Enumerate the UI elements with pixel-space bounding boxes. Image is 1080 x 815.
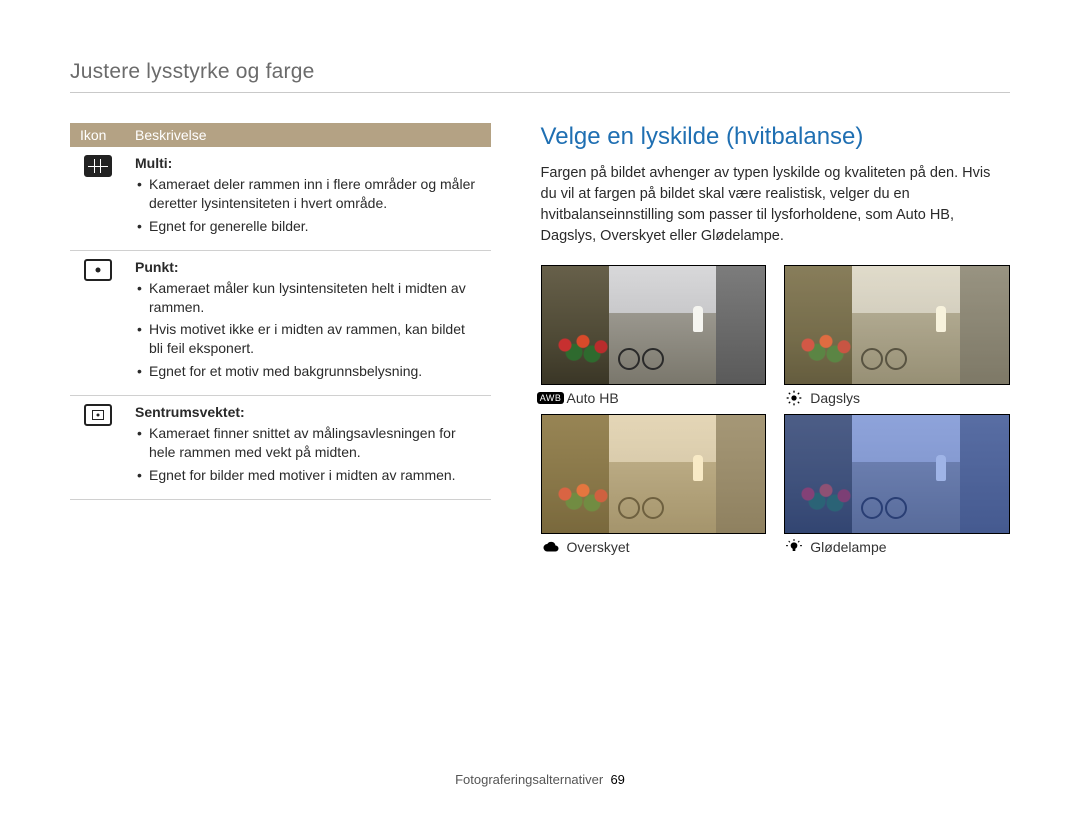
wb-photo	[541, 265, 767, 385]
wb-photo	[784, 265, 1010, 385]
mode-bullet: Egnet for generelle bilder.	[135, 217, 481, 236]
wb-paragraph: Fargen på bildet avhenger av typen lyski…	[541, 163, 1010, 247]
metering-table-container: Ikon Beskrivelse Multi: Kameraet deler r…	[70, 123, 491, 555]
footer-chapter: Fotograferingsalternativer	[455, 772, 603, 787]
wb-label-text: Overskyet	[567, 539, 630, 555]
table-header-icon: Ikon	[70, 123, 125, 147]
mode-bullet: Egnet for bilder med motiver i midten av…	[135, 466, 481, 485]
table-row: Sentrumsvektet: Kameraet finner snittet …	[70, 396, 491, 500]
wb-photo	[784, 414, 1010, 534]
mode-title: Sentrumsvektet:	[135, 404, 481, 420]
wb-heading: Velge en lyskilde (hvitbalanse)	[541, 123, 1010, 151]
wb-label-text: Auto HB	[567, 390, 619, 406]
metering-spot-icon	[84, 259, 112, 281]
mode-bullet: Kameraet finner snittet av målingsavlesn…	[135, 424, 481, 462]
bulb-icon	[784, 540, 804, 554]
cloud-icon	[541, 540, 561, 554]
wb-label-text: Glødelampe	[810, 539, 886, 555]
mode-bullet: Kameraet deler rammen inn i flere område…	[135, 175, 481, 213]
metering-center-icon	[84, 404, 112, 426]
table-row: Multi: Kameraet deler rammen inn i flere…	[70, 147, 491, 250]
wb-sample-tungsten: Glødelampe	[784, 414, 1010, 555]
mode-title: Multi:	[135, 155, 481, 171]
sun-icon	[784, 391, 804, 405]
mode-bullet: Hvis motivet ikke er i midten av rammen,…	[135, 320, 481, 358]
mode-title: Punkt:	[135, 259, 481, 275]
metering-multi-icon	[84, 155, 112, 177]
page-footer: Fotograferingsalternativer 69	[0, 772, 1080, 787]
table-header-desc: Beskrivelse	[125, 123, 491, 147]
mode-bullet: Kameraet måler kun lysintensiteten helt …	[135, 279, 481, 317]
table-row: Punkt: Kameraet måler kun lysintensitete…	[70, 250, 491, 395]
wb-sample-grid: AWB Auto HB Dagslys	[541, 265, 1010, 555]
section-title: Justere lysstyrke og farge	[70, 60, 1010, 93]
wb-photo	[541, 414, 767, 534]
wb-sample-cloudy: Overskyet	[541, 414, 767, 555]
footer-page-number: 69	[610, 772, 624, 787]
wb-label-text: Dagslys	[810, 390, 860, 406]
mode-bullet: Egnet for et motiv med bakgrunnsbelysnin…	[135, 362, 481, 381]
awb-icon: AWB	[541, 391, 561, 405]
wb-sample-auto: AWB Auto HB	[541, 265, 767, 406]
metering-table: Ikon Beskrivelse Multi: Kameraet deler r…	[70, 123, 491, 500]
wb-sample-daylight: Dagslys	[784, 265, 1010, 406]
